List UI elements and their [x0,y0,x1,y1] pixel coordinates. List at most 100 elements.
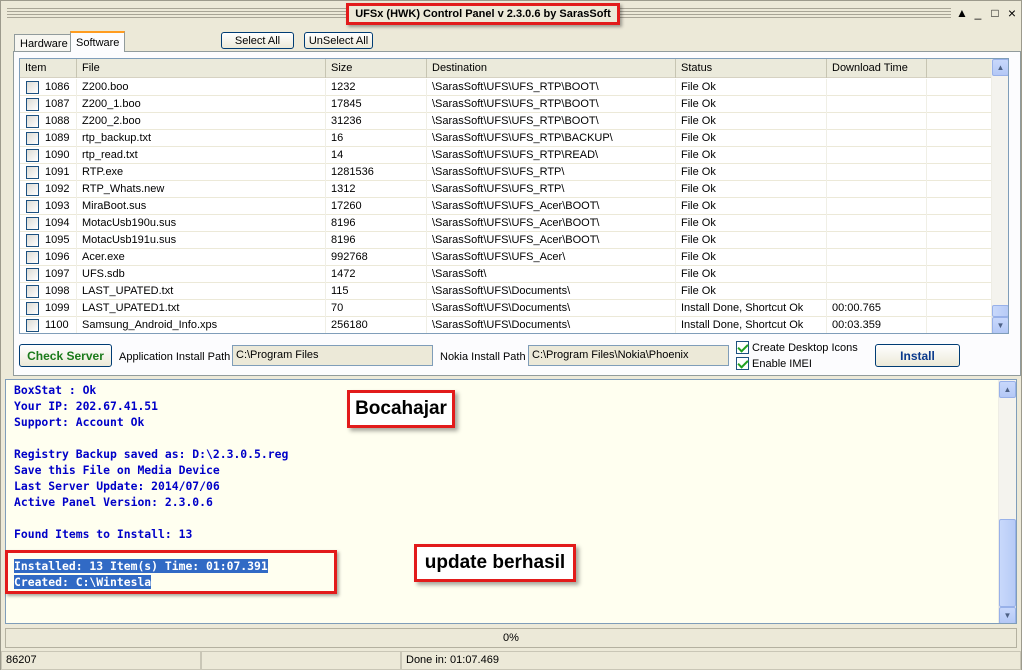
scroll-down-icon[interactable]: ▼ [992,317,1008,333]
row-item: 1088 [20,113,77,130]
row-status: File Ok [676,215,827,232]
row-checkbox[interactable] [26,285,39,298]
table-row[interactable]: 1095 MotacUsb191u.sus 8196 \SarasSoft\UFS\U… [20,232,992,249]
table-row[interactable]: 1088 Z200_2.boo 31236 \SarasSoft\UFS\UFS_RT… [20,113,992,130]
row-item: 1092 [20,181,77,198]
row-checkbox[interactable] [26,149,39,162]
column-size[interactable]: Size [326,59,427,78]
table-header: Item File Size Destination Status Downlo… [20,59,992,78]
table-row[interactable]: 1086 Z200.boo 1232 \SarasSoft\UFS\UFS_RTP\B… [20,79,992,96]
log-scroll-thumb[interactable] [999,519,1016,607]
table-row[interactable]: 1096 Acer.exe 992768 \SarasSoft\UFS\UFS_Ace… [20,249,992,266]
row-checkbox[interactable] [26,98,39,111]
row-filler [927,249,992,266]
scroll-up-icon[interactable]: ▲ [992,59,1008,76]
row-filler [927,266,992,283]
minimize-icon[interactable]: _ [970,6,986,20]
row-filler [927,130,992,147]
nokia-install-path-field[interactable]: C:\Program Files\Nokia\Phoenix [528,345,729,366]
row-checkbox[interactable] [26,115,39,128]
progress-label: 0% [503,632,519,644]
status-middle [201,651,401,670]
row-checkbox[interactable] [26,251,39,264]
table-scroll-thumb[interactable] [992,305,1008,317]
row-file: Acer.exe [77,249,326,266]
row-checkbox[interactable] [26,183,39,196]
row-item: 1090 [20,147,77,164]
maximize-icon[interactable]: □ [987,6,1003,20]
enable-imei-checkbox[interactable]: Enable IMEI [736,357,812,370]
row-download-time [827,79,927,96]
row-item-number: 1086 [45,81,70,93]
log-line: Found Items to Install: 13 [14,527,193,541]
row-item-number: 1091 [45,166,70,178]
close-icon[interactable]: × [1004,5,1020,21]
table-row[interactable]: 1092 RTP_Whats.new 1312 \SarasSoft\UFS\UFS_… [20,181,992,198]
column-status[interactable]: Status [676,59,827,78]
row-status: File Ok [676,266,827,283]
table-row[interactable]: 1099 LAST_UPATED1.txt 70 \SarasSoft\UFS\Doc… [20,300,992,317]
row-download-time [827,283,927,300]
table-row[interactable]: 1098 LAST_UPATED.txt 115 \SarasSoft\UFS\Doc… [20,283,992,300]
row-checkbox[interactable] [26,234,39,247]
row-download-time [827,232,927,249]
row-size: 992768 [326,249,427,266]
select-all-button[interactable]: Select All [221,32,294,49]
row-status: File Ok [676,249,827,266]
row-size: 17845 [326,96,427,113]
row-download-time: 00:03.359 [827,317,927,333]
row-checkbox[interactable] [26,81,39,94]
row-size: 16 [326,130,427,147]
row-download-time [827,249,927,266]
row-item-number: 1096 [45,251,70,263]
check-server-button[interactable]: Check Server [19,344,112,367]
title-annotation-frame: UFSx (HWK) Control Panel v 2.3.0.6 by Sa… [346,3,620,25]
tab-hardware[interactable]: Hardware [14,34,74,52]
row-file: LAST_UPATED1.txt [77,300,326,317]
table-row[interactable]: 1093 MiraBoot.sus 17260 \SarasSoft\UFS\UFS_… [20,198,992,215]
table-row[interactable]: 1094 MotacUsb190u.sus 8196 \SarasSoft\UFS\U… [20,215,992,232]
row-status: File Ok [676,198,827,215]
table-row[interactable]: 1091 RTP.exe 1281536 \SarasSoft\UFS\UFS_RTP… [20,164,992,181]
row-item-number: 1092 [45,183,70,195]
row-item: 1093 [20,198,77,215]
table-row[interactable]: 1097 UFS.sdb 1472 \SarasSoft\ File Ok [20,266,992,283]
table-row[interactable]: 1090 rtp_read.txt 14 \SarasSoft\UFS\UFS_RTP… [20,147,992,164]
column-filler [927,59,992,78]
row-filler [927,181,992,198]
column-item[interactable]: Item [20,59,77,78]
rollup-icon[interactable]: ▲ [954,6,970,20]
row-checkbox[interactable] [26,268,39,281]
create-desktop-icons-checkbox[interactable]: Create Desktop Icons [736,341,858,354]
scroll-up-icon[interactable]: ▲ [999,381,1016,398]
row-size: 8196 [326,215,427,232]
table-row[interactable]: 1100 Samsung_Android_Info.xps 256180 \Saras… [20,317,992,333]
install-button[interactable]: Install [875,344,960,367]
row-item: 1100 [20,317,77,333]
unselect-all-button[interactable]: UnSelect All [304,32,373,49]
table-row[interactable]: 1089 rtp_backup.txt 16 \SarasSoft\UFS\UFS_R… [20,130,992,147]
row-status: Install Done, Shortcut Ok [676,300,827,317]
row-checkbox[interactable] [26,319,39,332]
table-row[interactable]: 1087 Z200_1.boo 17845 \SarasSoft\UFS\UFS_RT… [20,96,992,113]
row-checkbox[interactable] [26,166,39,179]
log-scrollbar[interactable]: ▲ ▼ [998,380,1016,623]
log-line: Save this File on Media Device [14,463,220,477]
column-download-time[interactable]: Download Time [827,59,927,78]
scroll-down-icon[interactable]: ▼ [999,607,1016,623]
row-checkbox[interactable] [26,200,39,213]
status-left: 86207 [1,651,201,670]
row-checkbox[interactable] [26,217,39,230]
row-item-number: 1097 [45,268,70,280]
row-checkbox[interactable] [26,302,39,315]
app-install-path-field[interactable]: C:\Program Files [232,345,433,366]
row-checkbox[interactable] [26,132,39,145]
column-file[interactable]: File [77,59,326,78]
row-status: File Ok [676,130,827,147]
highlight-annotation-frame [5,550,337,594]
tab-software[interactable]: Software [70,31,126,52]
table-scrollbar[interactable]: ▲ ▼ [991,59,1008,333]
log-line: Last Server Update: 2014/07/06 [14,479,220,493]
column-destination[interactable]: Destination [427,59,676,78]
row-file: MotacUsb190u.sus [77,215,326,232]
